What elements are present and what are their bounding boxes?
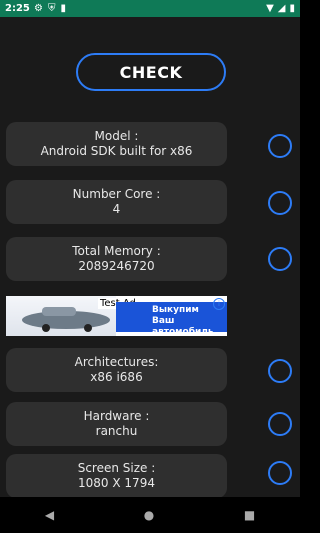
hardware-title: Hardware : <box>83 409 150 423</box>
status-right-icons: ▼ ◢ ▮ <box>266 3 295 14</box>
screen-card: Screen Size : 1080 X 1794 <box>6 454 227 498</box>
model-title: Model : <box>94 129 139 143</box>
settings-icon: ⚙ <box>34 3 43 14</box>
nav-bar: ◀ ● ■ <box>0 497 300 533</box>
arch-value: x86 i686 <box>90 370 143 384</box>
back-icon[interactable]: ◀ <box>45 508 54 522</box>
home-icon[interactable]: ● <box>144 508 154 522</box>
ad-info-icon[interactable]: i <box>213 298 225 310</box>
arch-title: Architectures: <box>74 355 159 369</box>
screen-value: 1080 X 1794 <box>78 476 155 490</box>
main-content: CHECK Model : Android SDK built for x86 … <box>0 17 300 498</box>
cores-radio[interactable] <box>268 191 292 215</box>
arch-card: Architectures: x86 i686 <box>6 348 227 392</box>
memory-title: Total Memory : <box>72 244 161 258</box>
status-time: 2:25 <box>5 3 30 14</box>
battery-icon: ▮ <box>289 3 295 14</box>
screen-title: Screen Size : <box>77 461 156 475</box>
memory-radio[interactable] <box>268 247 292 271</box>
model-value: Android SDK built for x86 <box>40 144 193 158</box>
hardware-card: Hardware : ranchu <box>6 402 227 446</box>
arch-radio[interactable] <box>268 359 292 383</box>
shield-icon: ⛨ <box>47 3 56 14</box>
recents-icon[interactable]: ■ <box>244 508 255 522</box>
sim-icon: ▮ <box>60 3 66 14</box>
cores-title: Number Core : <box>72 187 161 201</box>
check-button[interactable]: CHECK <box>76 53 226 91</box>
screen-radio[interactable] <box>268 461 292 485</box>
memory-value: 2089246720 <box>78 259 155 273</box>
cores-card: Number Core : 4 <box>6 180 227 224</box>
hardware-value: ranchu <box>95 424 138 438</box>
status-bar: 2:25 ⚙ ⛨ ▮ ▼ ◢ ▮ <box>0 0 300 17</box>
model-card: Model : Android SDK built for x86 <box>6 122 227 166</box>
memory-card: Total Memory : 2089246720 <box>6 237 227 281</box>
cores-value: 4 <box>112 202 121 216</box>
ad-text-line2: Ваш автомобиль <box>152 316 214 336</box>
ad-banner[interactable]: Test Ad Выкупим Ваш автомобиль i <box>6 296 227 336</box>
ad-text-box: Выкупим Ваш автомобиль <box>116 302 227 336</box>
hardware-radio[interactable] <box>268 412 292 436</box>
signal-icon: ◢ <box>277 3 286 14</box>
status-left-icons: ⚙ ⛨ ▮ <box>34 3 66 14</box>
wifi-icon: ▼ <box>266 3 274 14</box>
model-radio[interactable] <box>268 134 292 158</box>
